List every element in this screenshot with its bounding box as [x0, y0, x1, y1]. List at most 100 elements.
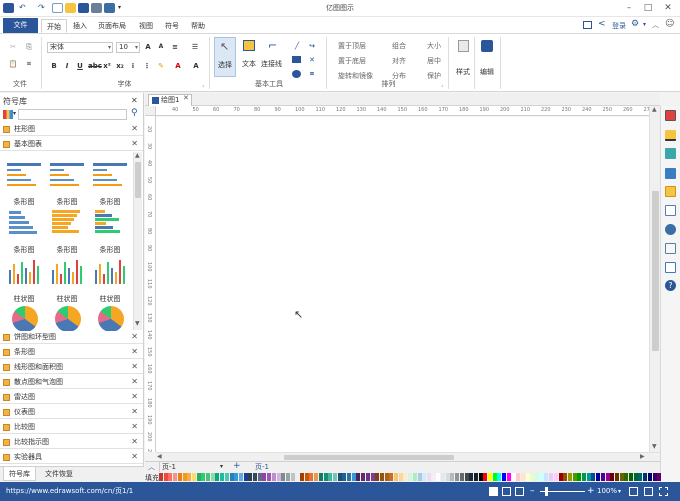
minimize-icon[interactable]: – — [622, 2, 636, 14]
symbol-item[interactable]: 条形图 — [90, 159, 130, 207]
login-link[interactable]: 登录 — [612, 21, 626, 31]
scroll-thumb[interactable] — [135, 162, 141, 198]
color-swatch[interactable] — [469, 473, 474, 481]
color-swatch[interactable] — [262, 473, 267, 481]
color-swatch[interactable] — [520, 473, 525, 481]
color-swatch[interactable] — [445, 473, 450, 481]
color-swatch[interactable] — [577, 473, 582, 481]
color-swatch[interactable] — [483, 473, 488, 481]
image-panel-icon[interactable] — [665, 168, 676, 179]
color-swatch[interactable] — [168, 473, 173, 481]
color-swatch[interactable] — [408, 473, 413, 481]
color-swatch[interactable] — [159, 473, 163, 481]
color-swatch[interactable] — [614, 473, 619, 481]
library-category[interactable]: 线形图和面积图 ✕ — [0, 361, 143, 374]
close-category-icon[interactable]: ✕ — [131, 331, 138, 343]
page-view-icon[interactable] — [489, 487, 498, 496]
close-document-icon[interactable]: ✕ — [183, 94, 189, 102]
close-category-icon[interactable]: ✕ — [131, 436, 138, 448]
shadow-panel-icon[interactable] — [665, 148, 676, 159]
color-swatch[interactable] — [201, 473, 206, 481]
bullets-icon[interactable]: ⁝ — [128, 61, 138, 71]
color-swatch[interactable] — [591, 473, 596, 481]
library-category[interactable]: 饼图和环型图 ✕ — [0, 331, 143, 344]
color-swatch[interactable] — [394, 473, 398, 481]
search-icon[interactable]: ⚲ — [131, 108, 138, 118]
color-swatch[interactable] — [431, 473, 436, 481]
color-swatch[interactable] — [389, 473, 394, 481]
scroll-up-icon[interactable]: ▲ — [135, 152, 140, 159]
color-swatch[interactable] — [257, 473, 262, 481]
add-page-icon[interactable]: + — [233, 461, 241, 471]
maximize-icon[interactable]: □ — [641, 2, 655, 14]
zoom-level[interactable]: 100% — [597, 482, 617, 501]
color-swatch[interactable] — [384, 473, 389, 481]
copy-icon[interactable]: ⎘ — [24, 42, 34, 52]
color-swatch[interactable] — [539, 473, 544, 481]
present-icon[interactable] — [583, 21, 592, 29]
line-panel-icon[interactable] — [665, 130, 676, 141]
scroll-thumb[interactable] — [652, 191, 659, 351]
color-swatch[interactable] — [422, 473, 427, 481]
color-swatch[interactable] — [511, 473, 516, 481]
color-swatch[interactable] — [619, 473, 624, 481]
color-swatch[interactable] — [332, 473, 337, 481]
color-swatch[interactable] — [459, 473, 464, 481]
color-swatch[interactable] — [206, 473, 210, 481]
library-menu-chevron-icon[interactable]: ▾ — [13, 110, 16, 117]
color-swatch[interactable] — [229, 473, 234, 481]
tab-file[interactable]: 文件 — [3, 18, 38, 33]
library-category[interactable]: 柱形图 ✕ — [0, 123, 143, 136]
symbol-item[interactable]: 柱状图 — [47, 256, 87, 304]
color-swatch[interactable] — [285, 473, 290, 481]
align-button[interactable]: 对齐 — [392, 56, 406, 66]
website-link[interactable]: https://www.edrawsoft.com/cn/ — [6, 482, 115, 501]
color-swatch[interactable] — [652, 473, 657, 481]
color-swatch[interactable] — [248, 473, 253, 481]
color-swatch[interactable] — [549, 473, 554, 481]
find-panel-icon[interactable] — [665, 224, 676, 235]
color-swatch[interactable] — [220, 473, 225, 481]
color-swatch[interactable] — [530, 473, 535, 481]
color-swatch[interactable] — [506, 473, 511, 481]
cross-tool-icon[interactable]: ✕ — [307, 55, 317, 65]
color-swatch[interactable] — [370, 473, 375, 481]
symbol-item[interactable] — [47, 304, 87, 352]
scroll-thumb[interactable] — [284, 455, 454, 460]
paste-icon[interactable]: 📋 — [8, 59, 18, 69]
fit-window-icon[interactable] — [629, 487, 638, 496]
arc-tool-icon[interactable]: ↪ — [307, 41, 317, 51]
text-shadow-icon[interactable]: A — [191, 61, 201, 71]
color-swatch[interactable] — [624, 473, 629, 481]
scroll-left-icon[interactable]: ◀ — [157, 453, 162, 460]
symbol-search-input[interactable] — [18, 109, 127, 120]
tab-file-recovery[interactable]: 文件恢复 — [40, 467, 78, 481]
library-category[interactable]: 条形图 ✕ — [0, 346, 143, 359]
fit-width-icon[interactable] — [515, 487, 524, 496]
color-swatch[interactable] — [196, 473, 201, 481]
color-swatch[interactable] — [379, 473, 384, 481]
subscript-icon[interactable]: x₂ — [115, 61, 125, 71]
color-swatch[interactable] — [191, 473, 196, 481]
select-tool-button[interactable]: ↖ 选择 — [214, 37, 236, 77]
group-button[interactable]: 组合 — [392, 41, 406, 51]
symbol-item[interactable] — [90, 304, 130, 352]
color-swatch[interactable] — [243, 473, 248, 481]
library-category[interactable]: 实验器具 ✕ — [0, 451, 143, 464]
color-swatch[interactable] — [436, 473, 441, 481]
color-swatch[interactable] — [535, 473, 539, 481]
color-swatch[interactable] — [647, 473, 652, 481]
rectangle-tool-icon[interactable] — [292, 56, 301, 63]
data-panel-icon[interactable] — [665, 243, 676, 254]
color-swatch[interactable] — [238, 473, 243, 481]
format-painter-icon[interactable]: ⌗ — [24, 59, 34, 69]
color-swatch[interactable] — [497, 473, 502, 481]
color-swatch[interactable] — [210, 473, 215, 481]
color-swatch[interactable] — [318, 473, 323, 481]
close-icon[interactable]: ✕ — [661, 2, 675, 14]
color-swatch[interactable] — [638, 473, 643, 481]
library-menu-icon[interactable] — [3, 110, 13, 119]
close-category-icon[interactable]: ✕ — [131, 406, 138, 418]
color-swatch[interactable] — [351, 473, 356, 481]
numbering-icon[interactable]: ⋮ — [142, 61, 152, 71]
